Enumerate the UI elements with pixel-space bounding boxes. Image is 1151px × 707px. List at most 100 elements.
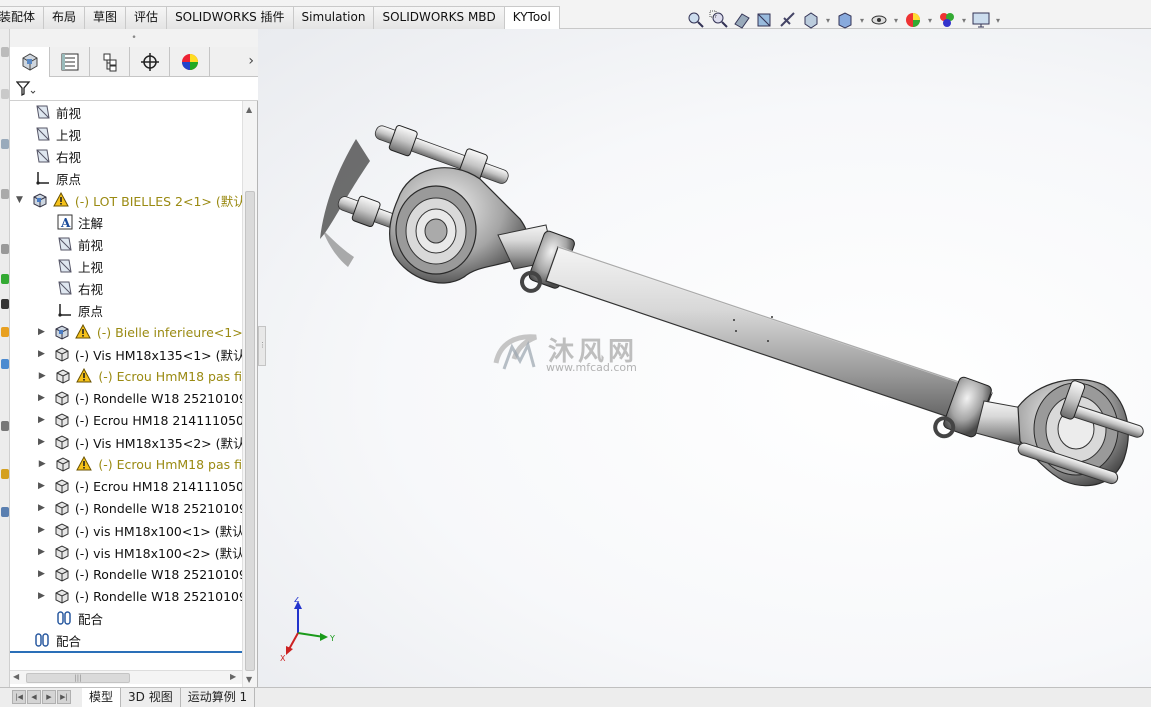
command-tab[interactable]: 装配体 — [0, 6, 45, 29]
dropdown-arrow-icon[interactable]: ▾ — [994, 16, 1002, 25]
scroll-thumb[interactable]: ||| — [26, 673, 130, 683]
strip-icon[interactable] — [1, 89, 9, 99]
collapse-icon[interactable]: ▼ — [16, 195, 23, 205]
tree-item[interactable]: ▼ (-) LOT BIELLES 2<1> (默认 — [10, 189, 242, 211]
expand-icon[interactable]: ▶ — [38, 327, 45, 337]
chevron-right-icon[interactable]: › — [248, 53, 254, 69]
view-settings-icon[interactable] — [971, 10, 991, 30]
tree-item[interactable]: 原点 — [10, 167, 242, 189]
expand-icon[interactable]: ▶ — [38, 415, 45, 425]
tree-item[interactable]: 前视 — [10, 101, 242, 123]
tree-item[interactable]: ▶ (-) Rondelle W18 25210109 — [10, 563, 242, 585]
tree-item[interactable]: ▶ (-) Rondelle W18 25210109 — [10, 585, 242, 607]
tree-item[interactable]: ▶ (-) vis HM18x100<2> (默认 — [10, 541, 242, 563]
zoom-area-icon[interactable] — [709, 10, 729, 30]
expand-icon[interactable]: ▶ — [38, 459, 46, 469]
graphics-viewport[interactable]: 沐风网 www.mfcad.com Z Y X — [258, 29, 1151, 687]
dynamic-annotation-icon[interactable] — [778, 10, 798, 30]
strip-icon[interactable] — [1, 507, 9, 517]
bottom-tab[interactable]: 运动算例 1 — [181, 688, 256, 707]
dropdown-arrow-icon[interactable]: ▾ — [858, 16, 866, 25]
next-tab-icon[interactable]: ▶ — [42, 690, 56, 704]
filter-icon[interactable] — [16, 81, 36, 97]
tree-item[interactable]: ▶ (-) Rondelle W18 25210109 — [10, 387, 242, 409]
tree-item[interactable]: A 注解 — [10, 211, 242, 233]
scroll-thumb[interactable] — [245, 191, 255, 671]
bottom-tab[interactable]: 模型 — [82, 688, 122, 707]
strip-icon[interactable] — [1, 327, 9, 337]
strip-icon[interactable] — [1, 139, 9, 149]
expand-icon[interactable]: ▶ — [38, 503, 45, 513]
scroll-left-icon[interactable]: ◀ — [13, 672, 19, 681]
tree-item[interactable]: ▶ (-) Ecrou HM18 214111050- — [10, 409, 242, 431]
dimxpert-icon[interactable] — [130, 47, 170, 77]
command-tab[interactable]: SOLIDWORKS MBD — [373, 6, 505, 29]
strip-icon[interactable] — [1, 469, 9, 479]
expand-icon[interactable]: ▶ — [38, 349, 45, 359]
tree-item[interactable]: 右视 — [10, 145, 242, 167]
last-tab-icon[interactable]: ▶| — [57, 690, 71, 704]
hide-show-icon[interactable] — [869, 10, 889, 30]
zoom-to-fit-icon[interactable] — [686, 10, 706, 30]
view-orientation-icon[interactable] — [801, 10, 821, 30]
tree-item[interactable]: 原点 — [10, 299, 242, 321]
tree-item[interactable]: 前视 — [10, 233, 242, 255]
previous-view-icon[interactable] — [732, 10, 752, 30]
tree-item[interactable]: ▶ (-) Rondelle W18 25210109 — [10, 497, 242, 519]
tree-filter-bar[interactable] — [10, 77, 258, 101]
tree-item[interactable]: 配合 — [10, 607, 242, 629]
command-tab[interactable]: SOLIDWORKS 插件 — [166, 6, 294, 29]
tree-item[interactable]: 上视 — [10, 123, 242, 145]
display-style-icon[interactable] — [835, 10, 855, 30]
expand-icon[interactable]: ▶ — [38, 525, 45, 535]
tree-horizontal-scrollbar[interactable]: ◀ ||| ▶ — [10, 670, 242, 684]
expand-icon[interactable]: ▶ — [38, 437, 45, 447]
rollback-bar[interactable] — [10, 651, 242, 653]
expand-icon[interactable]: ▶ — [38, 371, 46, 381]
section-view-icon[interactable] — [755, 10, 775, 30]
apply-scene-icon[interactable] — [937, 10, 957, 30]
tree-item[interactable]: ▶ (-) Bielle inferieure<1> — [10, 321, 242, 343]
feature-manager-icon[interactable] — [10, 47, 50, 77]
tree-item[interactable]: 配合 — [10, 629, 242, 651]
prev-tab-icon[interactable]: ◀ — [27, 690, 41, 704]
strip-icon[interactable] — [1, 274, 9, 284]
property-manager-icon[interactable] — [50, 47, 90, 77]
strip-icon[interactable] — [1, 47, 9, 57]
panel-splitter-handle[interactable]: ⋮ — [258, 326, 266, 366]
first-tab-icon[interactable]: |◀ — [12, 690, 26, 704]
display-manager-icon[interactable] — [170, 47, 210, 77]
dropdown-arrow-icon[interactable]: ▾ — [892, 16, 900, 25]
panel-grip[interactable]: • — [10, 29, 258, 47]
tree-item[interactable]: ▶ (-) Ecrou HM18 214111050- — [10, 475, 242, 497]
command-tab[interactable]: 草图 — [84, 6, 127, 29]
expand-icon[interactable]: ▶ — [38, 393, 45, 403]
tree-vertical-scrollbar[interactable]: ▲ ▼ — [242, 101, 257, 687]
dropdown-arrow-icon[interactable]: ▾ — [926, 16, 934, 25]
tree-item[interactable]: ▶ (-) Ecrou HmM18 pas fi — [10, 365, 242, 387]
rod-assembly-model[interactable] — [258, 29, 1151, 687]
expand-icon[interactable]: ▶ — [38, 547, 45, 557]
dropdown-arrow-icon[interactable]: ▾ — [824, 16, 832, 25]
configuration-manager-icon[interactable] — [90, 47, 130, 77]
command-tab[interactable]: 评估 — [125, 6, 168, 29]
dropdown-arrow-icon[interactable]: ▾ — [960, 16, 968, 25]
strip-icon[interactable] — [1, 189, 9, 199]
scroll-up-icon[interactable]: ▲ — [246, 105, 252, 114]
tree-item[interactable]: 右视 — [10, 277, 242, 299]
tree-item[interactable]: ▶ (-) Ecrou HmM18 pas fi — [10, 453, 242, 475]
tree-item[interactable]: ▶ (-) vis HM18x100<1> (默认 — [10, 519, 242, 541]
expand-icon[interactable]: ▶ — [38, 569, 45, 579]
expand-icon[interactable]: ▶ — [38, 481, 45, 491]
command-tab[interactable]: KYTool — [503, 6, 560, 30]
scroll-right-icon[interactable]: ▶ — [230, 672, 236, 681]
command-tab[interactable]: Simulation — [292, 6, 375, 29]
edit-appearance-icon[interactable] — [903, 10, 923, 30]
strip-icon[interactable] — [1, 421, 9, 431]
tree-item[interactable]: ▶ (-) Vis HM18x135<1> (默认 — [10, 343, 242, 365]
tree-item[interactable]: ▶ (-) Vis HM18x135<2> (默认 — [10, 431, 242, 453]
expand-icon[interactable]: ▶ — [38, 591, 45, 601]
strip-icon[interactable] — [1, 244, 9, 254]
tree-item[interactable]: 上视 — [10, 255, 242, 277]
command-tab[interactable]: 布局 — [43, 6, 86, 29]
